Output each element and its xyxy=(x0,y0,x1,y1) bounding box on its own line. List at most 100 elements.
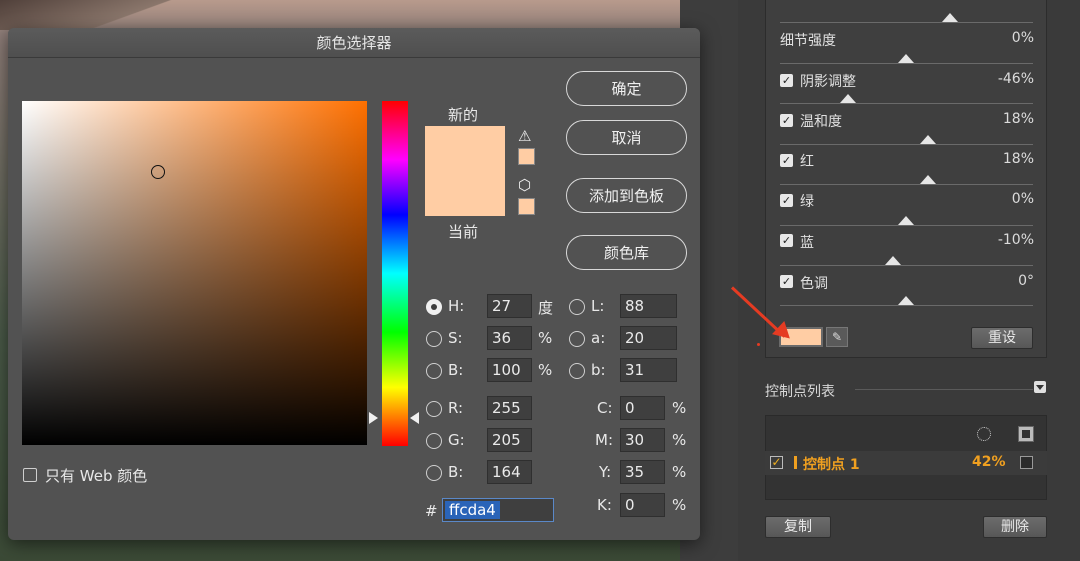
collapse-icon[interactable] xyxy=(1034,381,1046,393)
panel-row-value: 0% xyxy=(1011,30,1034,46)
panel-row-label: 温和度 xyxy=(800,114,842,130)
slider-track[interactable] xyxy=(780,225,1033,226)
slider-track[interactable] xyxy=(780,184,1033,185)
control-point-mask-toggle[interactable] xyxy=(1020,456,1033,469)
ok-button[interactable]: 确定 xyxy=(566,71,687,106)
rgb-b-label: B: xyxy=(448,463,464,481)
c-label: C: xyxy=(597,399,613,417)
frame-icon[interactable] xyxy=(1018,426,1034,442)
reset-button[interactable]: 重设 xyxy=(971,327,1033,349)
g-radio[interactable] xyxy=(426,433,442,449)
slider-thumb[interactable] xyxy=(885,256,901,265)
b-radio[interactable] xyxy=(426,363,442,379)
k-field[interactable]: 0 xyxy=(620,493,665,517)
panel-row-checkbox[interactable]: ✓ xyxy=(780,275,793,288)
g-field[interactable]: 205 xyxy=(487,428,532,452)
m-label: M: xyxy=(595,431,613,449)
color-libraries-button[interactable]: 颜色库 xyxy=(566,235,687,270)
control-point-list-title: 控制点列表 xyxy=(765,384,835,400)
panel-row-checkbox[interactable]: ✓ xyxy=(780,194,793,207)
panel-row-value: 18% xyxy=(1002,151,1034,167)
cancel-button[interactable]: 取消 xyxy=(566,120,687,155)
slider-track[interactable] xyxy=(780,144,1033,145)
panel-row-value: -46% xyxy=(997,71,1034,87)
lab-b-label: b: xyxy=(591,361,606,379)
hue-slider-arrow-left[interactable] xyxy=(369,412,378,424)
copy-button[interactable]: 复制 xyxy=(765,516,831,538)
eyedropper-icon[interactable]: ✎ xyxy=(826,327,848,347)
a-radio[interactable] xyxy=(569,331,585,347)
slider-track[interactable] xyxy=(780,63,1033,64)
slider-thumb[interactable] xyxy=(898,216,914,225)
delete-button[interactable]: 删除 xyxy=(983,516,1047,538)
m-field[interactable]: 30 xyxy=(620,428,665,452)
slider-thumb[interactable] xyxy=(898,296,914,305)
panel-row-checkbox[interactable]: ✓ xyxy=(780,234,793,247)
s-radio[interactable] xyxy=(426,331,442,347)
slider-track[interactable] xyxy=(780,265,1033,266)
slider-track[interactable] xyxy=(780,103,1033,104)
slider-thumb[interactable] xyxy=(942,13,958,22)
hue-slider[interactable] xyxy=(382,101,408,446)
y-field[interactable]: 35 xyxy=(620,460,665,484)
panel-row-checkbox[interactable]: ✓ xyxy=(780,154,793,167)
panel-row-value: -10% xyxy=(997,232,1034,248)
h-radio[interactable] xyxy=(426,299,442,315)
l-radio[interactable] xyxy=(569,299,585,315)
g-label: G: xyxy=(448,431,465,449)
warning-icon[interactable]: ⚠ xyxy=(518,127,531,145)
panel-row-checkbox[interactable]: ✓ xyxy=(780,74,793,87)
h-label: H: xyxy=(448,297,465,315)
color-marker[interactable] xyxy=(151,165,165,179)
gamut-warning-swatch[interactable] xyxy=(518,148,535,165)
h-unit: 度 xyxy=(538,299,554,317)
panel-row-label: 色调 xyxy=(800,276,828,292)
slider-thumb[interactable] xyxy=(898,54,914,63)
web-safe-swatch[interactable] xyxy=(518,198,535,215)
b-unit: % xyxy=(538,361,553,379)
slider-thumb[interactable] xyxy=(840,94,856,103)
lab-b-radio[interactable] xyxy=(569,363,585,379)
l-field[interactable]: 88 xyxy=(620,294,677,318)
control-point-name[interactable]: 控制点 1 xyxy=(803,454,860,474)
y-unit: % xyxy=(672,463,687,481)
b-field[interactable]: 100 xyxy=(487,358,532,382)
hex-value[interactable]: ffcda4 xyxy=(445,501,500,519)
y-label: Y: xyxy=(599,463,612,481)
m-unit: % xyxy=(672,431,687,449)
slider-track[interactable] xyxy=(780,305,1033,306)
c-unit: % xyxy=(672,399,687,417)
rgb-b-field[interactable]: 164 xyxy=(487,460,532,484)
dotted-circle-icon[interactable] xyxy=(977,427,991,441)
a-field[interactable]: 20 xyxy=(620,326,677,350)
dialog-title: 颜色选择器 xyxy=(8,28,700,58)
panel-row-label: 红 xyxy=(800,154,814,170)
panel-row-label: 阴影调整 xyxy=(800,74,856,90)
a-label: a: xyxy=(591,329,606,347)
web-only-checkbox[interactable] xyxy=(23,468,37,482)
slider-track[interactable] xyxy=(780,22,1033,23)
panel-row-label: 蓝 xyxy=(800,235,814,251)
add-to-swatches-button[interactable]: 添加到色板 xyxy=(566,178,687,213)
hex-field[interactable]: ffcda4 xyxy=(442,498,554,522)
rgb-b-radio[interactable] xyxy=(426,465,442,481)
s-label: S: xyxy=(448,329,463,347)
saturation-brightness-field[interactable] xyxy=(22,101,367,445)
hue-slider-arrow-right[interactable] xyxy=(410,412,419,424)
slider-thumb[interactable] xyxy=(920,175,936,184)
c-field[interactable]: 0 xyxy=(620,396,665,420)
control-point-checkbox[interactable]: ✓ xyxy=(770,456,783,469)
l-label: L: xyxy=(591,297,605,315)
panel-row-value: 0% xyxy=(1011,191,1034,207)
r-label: R: xyxy=(448,399,464,417)
r-radio[interactable] xyxy=(426,401,442,417)
h-field[interactable]: 27 xyxy=(487,294,532,318)
r-field[interactable]: 255 xyxy=(487,396,532,420)
panel-row-checkbox[interactable]: ✓ xyxy=(780,114,793,127)
b-label: B: xyxy=(448,361,464,379)
slider-thumb[interactable] xyxy=(920,135,936,144)
lab-b-field[interactable]: 31 xyxy=(620,358,677,382)
background-mountain xyxy=(0,0,200,30)
cube-icon[interactable]: ⬡ xyxy=(518,176,531,194)
s-field[interactable]: 36 xyxy=(487,326,532,350)
